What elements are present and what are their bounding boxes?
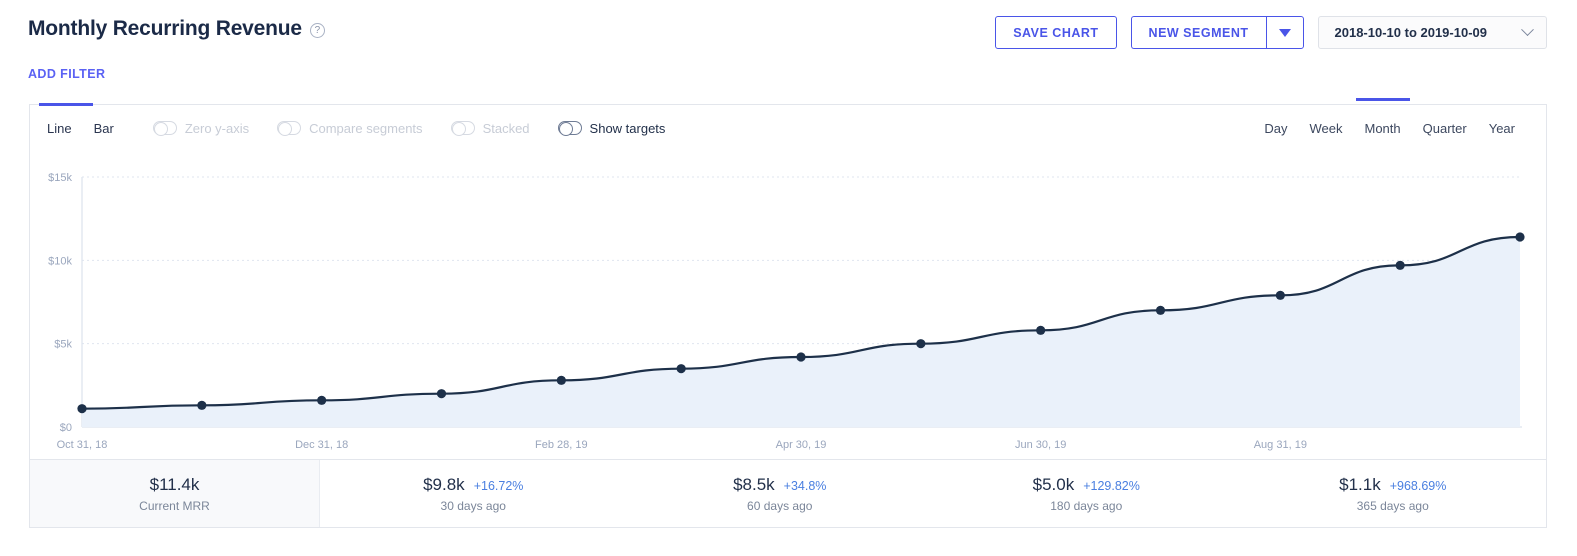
chart-data-point[interactable]: [1515, 232, 1525, 242]
toggle-compare-segments-label: Compare segments: [309, 120, 423, 136]
chart-data-point[interactable]: [197, 400, 207, 410]
x-axis-tick-label: Dec 31, 18: [295, 439, 348, 451]
stat-60-days: $8.5k +34.8% 60 days ago: [627, 460, 934, 527]
new-segment-group: NEW SEGMENT: [1130, 16, 1304, 49]
caret-down-icon: [1278, 28, 1291, 37]
chart-data-point[interactable]: [317, 395, 327, 405]
stat-label: 60 days ago: [747, 498, 813, 513]
stat-top: $5.0k +129.82%: [1033, 475, 1140, 495]
toggle-switch-icon: [450, 121, 475, 136]
chart-plot-area[interactable]: $0 $5k $10k $15k Oct 31, 18 Dec 31, 18 Feb 28,…: [30, 151, 1546, 483]
add-filter-link[interactable]: ADD FILTER: [28, 67, 105, 81]
toggle-show-targets-label: Show targets: [589, 120, 666, 136]
stats-footer: $11.4k Current MRR $9.8k +16.72% 30 days…: [30, 459, 1546, 527]
chart-data-point[interactable]: [916, 339, 926, 349]
mrr-line-chart: $0 $5k $10k $15k Oct 31, 18 Dec 31, 18 Feb 28,…: [48, 172, 1525, 451]
stat-delta: +34.8%: [783, 478, 827, 493]
stat-delta: +16.72%: [473, 478, 524, 493]
stat-label: 30 days ago: [440, 498, 506, 513]
chart-data-point[interactable]: [77, 404, 87, 414]
stat-180-days: $5.0k +129.82% 180 days ago: [933, 460, 1240, 527]
chart-data-point[interactable]: [1275, 290, 1285, 300]
stat-365-days: $1.1k +968.69% 365 days ago: [1240, 460, 1547, 527]
chart-data-point[interactable]: [1395, 260, 1405, 270]
toggle-stacked[interactable]: Stacked: [450, 120, 530, 136]
y-axis-tick-label: $10k: [48, 255, 72, 267]
chart-controls-left: Line Bar Zero y-axis Compare segments St…: [30, 121, 665, 136]
granularity-quarter[interactable]: Quarter: [1412, 121, 1478, 136]
x-axis-tick-label: Oct 31, 18: [57, 439, 108, 451]
chevron-down-icon: [1521, 23, 1534, 37]
granularity-year[interactable]: Year: [1478, 121, 1526, 136]
chart-card: Line Bar Zero y-axis Compare segments St…: [29, 103, 1547, 528]
stat-30-days: $9.8k +16.72% 30 days ago: [320, 460, 627, 527]
chart-area-fill: [82, 237, 1520, 427]
chart-data-point[interactable]: [1155, 305, 1166, 315]
stat-value: $11.4k: [149, 474, 200, 494]
y-axis-tick-label: $5k: [54, 339, 72, 351]
toggle-stacked-label: Stacked: [482, 120, 530, 136]
page-header: Monthly Recurring Revenue ? ADD FILTER S…: [0, 0, 1577, 81]
toggle-zero-y-axis-label: Zero y-axis: [184, 120, 250, 136]
stat-value: $9.8k: [423, 474, 465, 494]
date-range-value: 2018-10-10 to 2019-10-09: [1334, 25, 1488, 40]
granularity-month[interactable]: Month: [1354, 121, 1412, 136]
question-mark-icon[interactable]: ?: [309, 23, 325, 38]
y-axis-tick-label: $15k: [48, 172, 72, 184]
toggle-zero-y-axis[interactable]: Zero y-axis: [152, 120, 250, 136]
stat-current-mrr: $11.4k Current MRR: [30, 460, 320, 527]
stat-label: 180 days ago: [1050, 498, 1123, 513]
x-axis-tick-label: Apr 30, 19: [776, 439, 827, 451]
stat-delta: +968.69%: [1389, 478, 1447, 493]
toggle-switch-icon: [152, 121, 177, 136]
toggle-compare-segments[interactable]: Compare segments: [277, 120, 423, 136]
x-axis-tick-label: Aug 31, 19: [1254, 439, 1307, 451]
stat-value: $5.0k: [1032, 474, 1075, 494]
chart-data-point[interactable]: [556, 375, 566, 385]
stat-value: $8.5k: [733, 474, 775, 494]
new-segment-dropdown-button[interactable]: [1265, 16, 1304, 49]
stat-top: $11.4k: [150, 475, 200, 495]
stat-label: 365 days ago: [1356, 498, 1429, 513]
toggle-switch-icon: [557, 121, 582, 136]
toggle-show-targets[interactable]: Show targets: [557, 120, 666, 136]
page-title: Monthly Recurring Revenue: [28, 17, 302, 40]
stat-label: Current MRR: [139, 498, 210, 513]
chart-type-line[interactable]: Line: [47, 121, 83, 136]
chart-data-point[interactable]: [796, 352, 806, 362]
granularity-week[interactable]: Week: [1299, 121, 1354, 136]
x-axis-tick-label: Jun 30, 19: [1015, 439, 1066, 451]
y-axis-tick-label: $0: [60, 422, 72, 434]
chart-controls: Line Bar Zero y-axis Compare segments St…: [30, 105, 1546, 151]
chart-data-point[interactable]: [436, 389, 447, 399]
new-segment-button[interactable]: NEW SEGMENT: [1130, 16, 1266, 49]
title-group: Monthly Recurring Revenue ?: [28, 17, 325, 41]
stat-top: $8.5k +34.8%: [733, 475, 826, 495]
stat-value: $1.1k: [1339, 474, 1381, 494]
chart-type-bar[interactable]: Bar: [83, 121, 125, 136]
granularity-tabs: Day Week Month Quarter Year: [1253, 121, 1546, 136]
date-range-picker[interactable]: 2018-10-10 to 2019-10-09: [1317, 16, 1547, 49]
granularity-day[interactable]: Day: [1253, 121, 1298, 136]
x-axis-tick-label: Feb 28, 19: [535, 439, 588, 451]
toggle-switch-icon: [277, 121, 302, 136]
stat-delta: +129.82%: [1083, 478, 1140, 493]
chart-data-point[interactable]: [676, 364, 686, 374]
stat-top: $9.8k +16.72%: [423, 475, 523, 495]
stat-top: $1.1k +968.69%: [1339, 475, 1446, 495]
mrr-chart-page: Monthly Recurring Revenue ? ADD FILTER S…: [0, 0, 1577, 556]
chart-data-point[interactable]: [1036, 325, 1046, 335]
save-chart-button[interactable]: SAVE CHART: [995, 16, 1117, 49]
header-actions: SAVE CHART NEW SEGMENT 2018-10-10 to 201…: [995, 16, 1547, 49]
